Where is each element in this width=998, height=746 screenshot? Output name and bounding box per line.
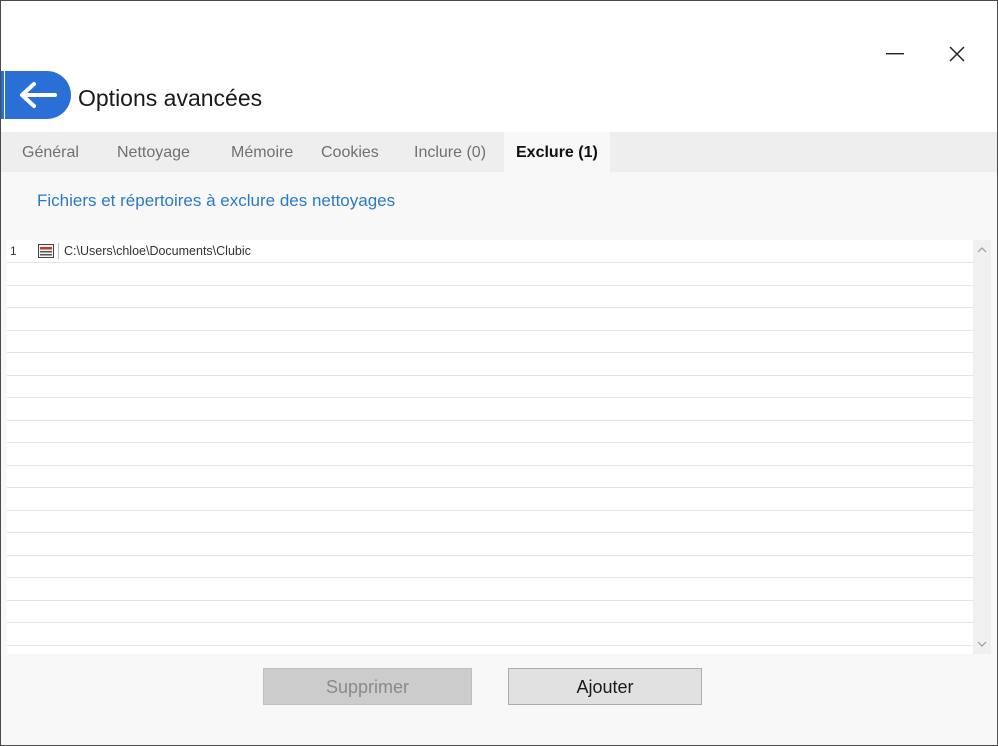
empty-row (7, 398, 973, 421)
empty-row (7, 375, 973, 398)
tab-inclure[interactable]: Inclure (0) (414, 132, 486, 172)
close-icon (949, 46, 965, 62)
empty-row (7, 600, 973, 623)
page-title: Options avancées (78, 85, 263, 111)
row-number: 1 (10, 244, 17, 258)
minimize-button[interactable] (873, 37, 917, 71)
empty-row (7, 555, 973, 578)
empty-row (7, 353, 973, 376)
empty-row (7, 285, 973, 308)
scroll-up-button[interactable] (973, 242, 991, 258)
empty-row (7, 308, 973, 331)
empty-row (7, 488, 973, 511)
empty-row (7, 645, 973, 654)
tab-general[interactable]: Général (22, 132, 79, 172)
empty-row (7, 420, 973, 443)
add-button[interactable]: Ajouter (508, 668, 702, 705)
empty-row (7, 443, 973, 466)
tab-exclure[interactable]: Exclure (1) (504, 132, 610, 172)
tab-memoire[interactable]: Mémoire (231, 132, 293, 172)
scroll-down-button[interactable] (973, 636, 991, 652)
list-scrollbar[interactable] (973, 240, 991, 654)
minimize-icon (886, 53, 904, 55)
options-window: Options avancées Général Nettoyage Mémoi… (0, 0, 998, 746)
tab-nettoyage[interactable]: Nettoyage (117, 132, 190, 172)
close-button[interactable] (935, 37, 979, 71)
empty-row (7, 533, 973, 556)
exclusion-list[interactable]: 1 C:\Users\chloe\Documents\Clubic (7, 240, 973, 654)
empty-row (7, 330, 973, 353)
arrow-left-icon (20, 82, 57, 108)
chevron-up-icon (977, 247, 987, 253)
section-heading: Fichiers et répertoires à exclure des ne… (37, 191, 396, 210)
row-separator (58, 243, 59, 259)
delete-button[interactable]: Supprimer (263, 668, 472, 705)
empty-row (7, 510, 973, 533)
excluded-path: C:\Users\chloe\Documents\Clubic (64, 244, 251, 258)
chevron-down-icon (977, 641, 987, 647)
tab-bar: Général Nettoyage Mémoire Cookies Inclur… (1, 132, 997, 172)
empty-row (7, 578, 973, 601)
back-button[interactable] (1, 71, 71, 119)
empty-row (7, 263, 973, 286)
empty-row (7, 465, 973, 488)
drive-icon (38, 244, 54, 258)
empty-row (7, 623, 973, 646)
list-item[interactable]: 1 C:\Users\chloe\Documents\Clubic (7, 240, 973, 263)
tab-cookies[interactable]: Cookies (321, 132, 379, 172)
tab-content: Fichiers et répertoires à exclure des ne… (1, 172, 997, 745)
